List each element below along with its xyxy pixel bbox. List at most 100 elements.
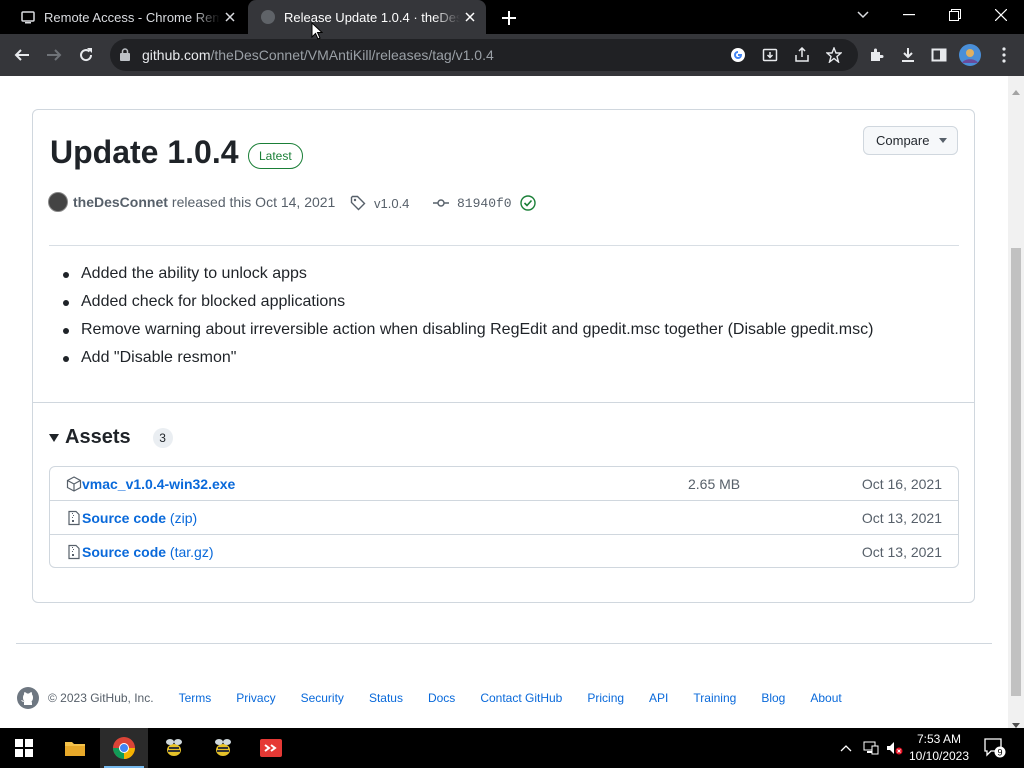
chrome-taskbar-icon[interactable] (100, 728, 148, 768)
list-item: Added the ability to unlock apps (62, 264, 873, 292)
forward-button[interactable] (40, 41, 68, 69)
lock-icon[interactable] (120, 48, 130, 66)
profile-avatar[interactable] (956, 41, 984, 69)
scroll-down-icon[interactable] (1012, 716, 1020, 728)
footer-link-privacy[interactable]: Privacy (236, 691, 275, 705)
footer-link-status[interactable]: Status (369, 691, 403, 705)
compare-button[interactable]: Compare (863, 126, 958, 155)
tag-link[interactable]: v1.0.4 (350, 195, 409, 211)
url-text: github.com/theDesConnet/VMAntiKill/relea… (142, 47, 494, 63)
start-button[interactable] (0, 728, 48, 768)
footer-link-terms[interactable]: Terms (179, 691, 212, 705)
scrollbar[interactable] (1008, 76, 1024, 728)
verified-check-icon[interactable] (519, 195, 536, 211)
tab-strip: Remote Access - Chrome Remote Desktop Re… (0, 0, 1024, 34)
caret-down-icon (939, 138, 948, 143)
bookmark-star-icon[interactable] (824, 45, 844, 65)
close-icon[interactable] (460, 7, 480, 27)
footer: © 2023 GitHub, Inc. Terms Privacy Securi… (16, 686, 996, 710)
downloads-icon[interactable] (894, 41, 922, 69)
close-window-button[interactable] (978, 0, 1024, 30)
restore-button[interactable] (932, 0, 978, 30)
asset-link[interactable]: Source code (tar.gz) (82, 544, 214, 560)
footer-link-pricing[interactable]: Pricing (587, 691, 624, 705)
tab-remote-access[interactable]: Remote Access - Chrome Remote Desktop (8, 0, 246, 34)
footer-link-api[interactable]: API (649, 691, 668, 705)
package-icon (66, 476, 82, 492)
commit-icon (433, 195, 449, 211)
triangle-down-icon (49, 433, 59, 442)
asset-link[interactable]: Source code (zip) (82, 510, 197, 526)
assets-list: vmac_v1.0.4-win32.exe 2.65 MB Oct 16, 20… (49, 466, 959, 568)
asset-row: Source code (tar.gz) Oct 13, 2021 (50, 534, 958, 568)
divider (49, 245, 959, 246)
notification-center-icon[interactable]: 9 (980, 728, 1010, 768)
file-zip-icon (66, 544, 82, 560)
footer-link-about[interactable]: About (810, 691, 841, 705)
asset-date: Oct 16, 2021 (861, 476, 942, 492)
compare-label: Compare (876, 133, 930, 148)
latest-badge: Latest (248, 143, 303, 169)
chevron-up-icon[interactable] (836, 728, 856, 768)
list-item: Added check for blocked applications (62, 292, 873, 320)
reload-button[interactable] (72, 41, 100, 69)
address-bar[interactable]: github.com/theDesConnet/VMAntiKill/relea… (110, 39, 858, 71)
back-button[interactable] (8, 41, 36, 69)
release-card: Update 1.0.4 Latest Compare theDesConnet… (32, 109, 975, 603)
minimize-button[interactable] (886, 0, 932, 30)
side-panel-icon[interactable] (925, 41, 953, 69)
footer-link-docs[interactable]: Docs (428, 691, 455, 705)
taskbar-clock[interactable]: 7:53 AM 10/10/2023 (905, 731, 973, 765)
tab-search-button[interactable] (840, 0, 886, 30)
tab-title: Remote Access - Chrome Remote Desktop (44, 9, 220, 25)
new-tab-button[interactable] (498, 7, 520, 29)
release-notes: Added the ability to unlock apps Added c… (62, 264, 873, 376)
asset-date: Oct 13, 2021 (861, 543, 942, 560)
clock-date: 10/10/2023 (908, 749, 970, 763)
author-link[interactable]: theDesConnet (73, 194, 168, 210)
windows-taskbar: 7:53 AM 10/10/2023 9 (0, 728, 1024, 768)
svg-text:9: 9 (997, 748, 1002, 758)
bee-app-icon[interactable] (150, 728, 198, 768)
assets-heading: Assets (65, 426, 131, 448)
volume-muted-icon[interactable] (884, 728, 906, 768)
scrollbar-thumb[interactable] (1011, 248, 1021, 696)
mouse-cursor-icon (311, 21, 324, 45)
release-title[interactable]: Update 1.0.4 (50, 134, 239, 171)
scroll-up-icon[interactable] (1012, 82, 1020, 95)
list-item: Add "Disable resmon" (62, 348, 873, 376)
footer-link-security[interactable]: Security (301, 691, 344, 705)
share-icon[interactable] (792, 45, 812, 65)
file-explorer-icon[interactable] (51, 728, 99, 768)
assets-toggle[interactable]: Assets 3 (49, 426, 173, 449)
tag-icon (350, 195, 366, 211)
bee-app-icon[interactable] (199, 728, 247, 768)
tab-release-update[interactable]: Release Update 1.0.4 · theDesConnet/VMAn… (248, 0, 486, 34)
google-lens-icon[interactable] (728, 45, 748, 65)
footer-link-blog[interactable]: Blog (761, 691, 785, 705)
asset-row: Source code (zip) Oct 13, 2021 (50, 500, 958, 534)
list-item: Remove warning about irreversible action… (62, 320, 873, 348)
asset-row: vmac_v1.0.4-win32.exe 2.65 MB Oct 16, 20… (50, 467, 958, 501)
released-text: released this Oct 14, 2021 (171, 194, 336, 210)
asset-link[interactable]: vmac_v1.0.4-win32.exe (82, 476, 235, 492)
divider (16, 643, 992, 644)
file-zip-icon (66, 510, 82, 526)
divider (33, 402, 974, 403)
remote-desktop-icon (20, 9, 36, 25)
asset-date: Oct 13, 2021 (861, 509, 942, 526)
close-icon[interactable] (220, 7, 240, 27)
footer-link-contact[interactable]: Contact GitHub (480, 691, 562, 705)
commit-link[interactable]: 81940f0 (433, 195, 536, 211)
menu-icon[interactable] (990, 41, 1018, 69)
network-icon[interactable] (860, 728, 882, 768)
github-logo-icon[interactable] (16, 686, 40, 710)
remote-desktop-app-icon[interactable] (247, 728, 295, 768)
footer-link-training[interactable]: Training (693, 691, 736, 705)
install-app-icon[interactable] (760, 45, 780, 65)
tag-label: v1.0.4 (374, 195, 410, 211)
avatar[interactable] (48, 192, 68, 212)
commit-sha: 81940f0 (457, 195, 512, 211)
asset-size: 2.65 MB (688, 476, 741, 492)
extensions-icon[interactable] (862, 41, 890, 69)
